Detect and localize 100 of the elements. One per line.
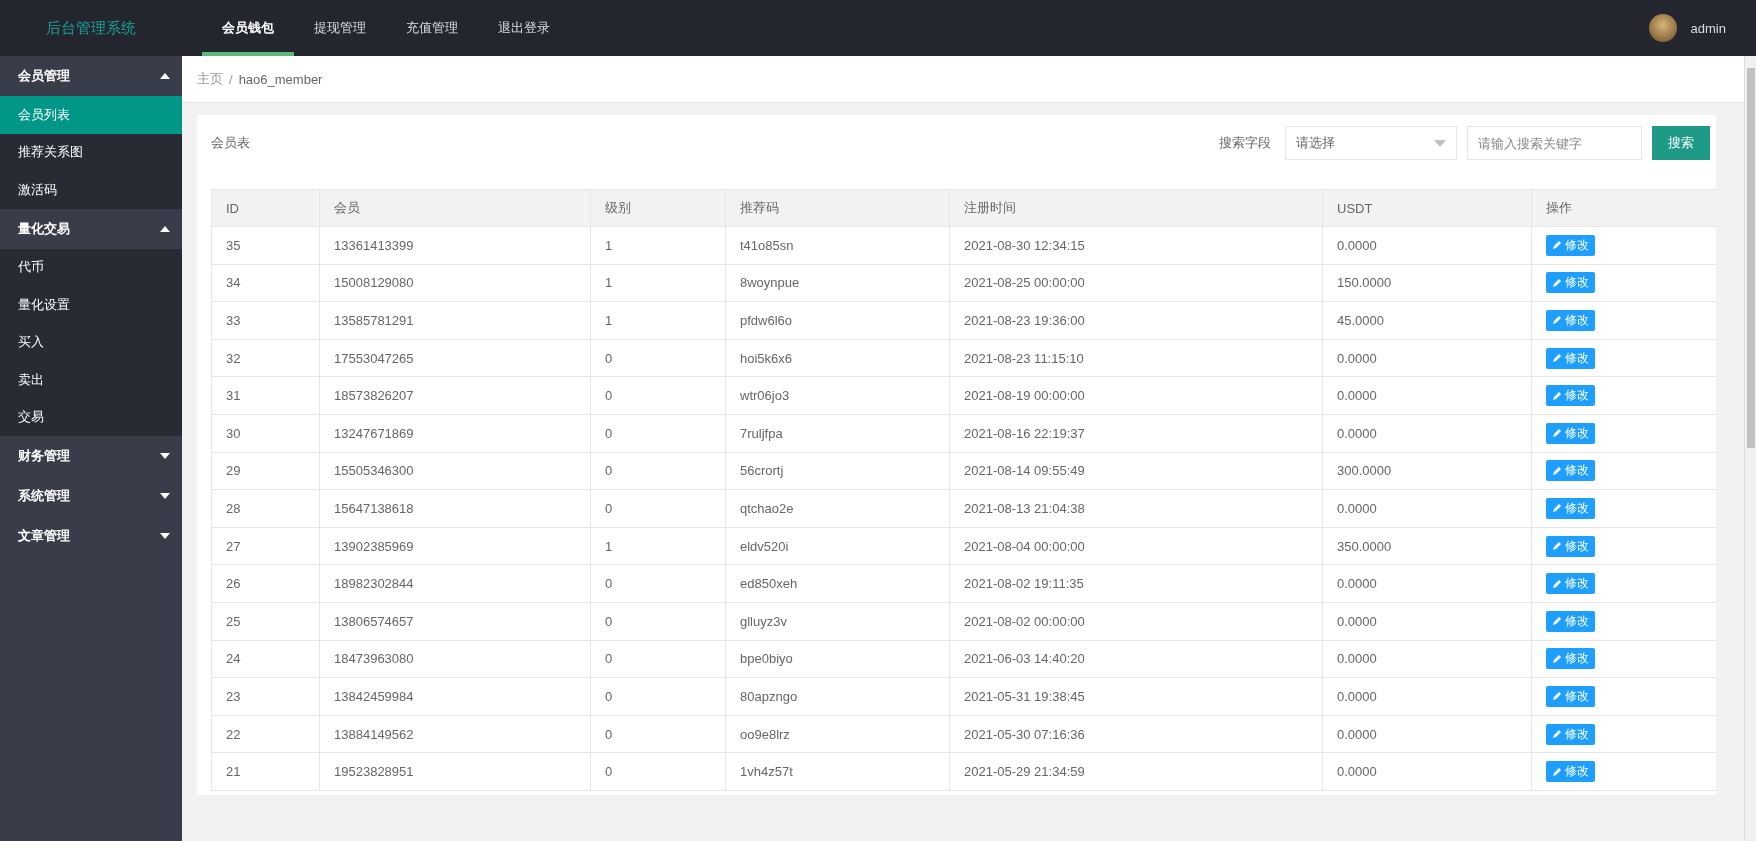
- pencil-icon: [1552, 616, 1562, 627]
- pencil-icon: [1552, 240, 1562, 251]
- user-avatar[interactable]: [1648, 14, 1677, 42]
- table-cell: 22: [211, 715, 320, 753]
- column-header: 推荐码: [725, 189, 950, 227]
- table-cell: 18473963080: [319, 640, 591, 678]
- table-cell: oo9e8lrz: [725, 715, 950, 753]
- table-cell: 8woynpue: [725, 264, 950, 302]
- keyword-input[interactable]: 请输入搜索关键字: [1467, 126, 1642, 160]
- search-button[interactable]: 搜索: [1652, 126, 1710, 160]
- pencil-icon: [1552, 465, 1562, 476]
- table-cell: 2021-08-16 22:19:37: [949, 414, 1323, 453]
- pencil-icon: [1552, 277, 1562, 288]
- table-cell: 0: [590, 715, 726, 753]
- table-cell: 2021-08-23 11:15:10: [949, 339, 1323, 377]
- table-cell: 13902385969: [319, 527, 591, 565]
- table-cell: qtchao2e: [725, 489, 950, 528]
- table-cell: 2021-05-31 19:38:45: [949, 677, 1323, 716]
- table-cell: 0.0000: [1322, 602, 1532, 641]
- table-cell: 2021-08-30 12:34:15: [949, 226, 1323, 265]
- pencil-icon: [1552, 653, 1562, 664]
- table-cell: 23: [211, 677, 320, 716]
- table-cell: 25: [211, 602, 320, 641]
- table-cell: 0.0000: [1322, 677, 1532, 716]
- table-cell: 18982302844: [319, 564, 591, 603]
- table-cell: 1vh4z57t: [725, 752, 950, 791]
- column-header: 级别: [590, 189, 726, 227]
- table-cell: 2021-08-14 09:55:49: [949, 452, 1323, 490]
- table-cell: 150.0000: [1322, 264, 1532, 302]
- table-cell: 15008129080: [319, 264, 591, 302]
- card-title: 会员表: [211, 134, 250, 152]
- pencil-icon: [1552, 766, 1562, 777]
- table-cell: eldv520i: [725, 527, 950, 565]
- table-cell: 13585781291: [319, 301, 591, 340]
- dropdown-caret-icon: [1434, 139, 1446, 147]
- table-cell: 0: [590, 489, 726, 528]
- table-cell: 45.0000: [1322, 301, 1532, 340]
- app-logo: 后台管理系统: [45, 18, 137, 38]
- table-cell: 0.0000: [1322, 414, 1532, 453]
- table-cell: 2021-08-19 00:00:00: [949, 376, 1323, 415]
- table-cell: 1: [590, 226, 726, 265]
- table-cell: pfdw6l6o: [725, 301, 950, 340]
- caret-down-icon: [160, 533, 170, 539]
- column-header: 注册时间: [949, 189, 1323, 227]
- field-select[interactable]: 请选择: [1285, 126, 1457, 160]
- sidebar-item[interactable]: 交易: [0, 398, 182, 436]
- sidebar-item[interactable]: 会员列表: [0, 96, 182, 134]
- table-cell: 2021-06-03 14:40:20: [949, 640, 1323, 678]
- sidebar-item[interactable]: 推荐关系图: [0, 133, 182, 171]
- pencil-icon: [1552, 315, 1562, 326]
- caret-down-icon: [160, 453, 170, 459]
- table-cell: 28: [211, 489, 320, 528]
- table-cell: 31: [211, 376, 320, 415]
- nav-tab[interactable]: 充值管理: [386, 0, 478, 56]
- table-cell: 0.0000: [1322, 564, 1532, 603]
- pencil-icon: [1552, 729, 1562, 739]
- table-cell: 0.0000: [1322, 715, 1532, 753]
- table-cell: 29: [211, 452, 320, 490]
- table-cell: 2021-08-02 19:11:35: [949, 564, 1323, 603]
- table-cell: 1: [590, 527, 726, 565]
- table-cell: ed850xeh: [725, 564, 950, 603]
- breadcrumb-current: hao6_member: [238, 71, 323, 87]
- table-cell: t41o85sn: [725, 226, 950, 265]
- table-cell: 27: [211, 527, 320, 565]
- column-header: USDT: [1322, 189, 1532, 227]
- table-cell: 2021-05-30 07:16:36: [949, 715, 1323, 753]
- nav-tab[interactable]: 退出登录: [478, 0, 570, 56]
- nav-tab[interactable]: 提现管理: [294, 0, 386, 56]
- column-header: ID: [211, 189, 320, 227]
- table-cell: 2021-08-13 21:04:38: [949, 489, 1323, 528]
- table-cell: 17553047265: [319, 339, 591, 377]
- table-cell: hoi5k6x6: [725, 339, 950, 377]
- table-cell: 13806574657: [319, 602, 591, 641]
- table-cell: 0.0000: [1322, 489, 1532, 528]
- table-cell: 15647138618: [319, 489, 591, 528]
- sidebar-item[interactable]: 激活码: [0, 171, 182, 209]
- scrollbar[interactable]: [1746, 68, 1755, 448]
- table-cell: 0.0000: [1322, 640, 1532, 678]
- table-cell: 21: [211, 752, 320, 791]
- pencil-icon: [1552, 428, 1562, 439]
- table-cell: 19523828951: [319, 752, 591, 791]
- table-cell: 13884149562: [319, 715, 591, 753]
- sidebar-item[interactable]: 代币: [0, 248, 182, 286]
- table-cell: glluyz3v: [725, 602, 950, 641]
- table-cell: 56crortj: [725, 452, 950, 490]
- table-cell: 0.0000: [1322, 376, 1532, 415]
- sidebar-item[interactable]: 买入: [0, 323, 182, 361]
- pencil-icon: [1552, 578, 1562, 589]
- user-name[interactable]: admin: [1690, 20, 1726, 36]
- column-header: 操作: [1531, 189, 1716, 227]
- table-cell: 1: [590, 264, 726, 302]
- table-cell: 0.0000: [1322, 339, 1532, 377]
- sidebar-item[interactable]: 量化设置: [0, 286, 182, 324]
- pencil-icon: [1552, 390, 1562, 401]
- sidebar-item[interactable]: 卖出: [0, 361, 182, 399]
- table-cell: bpe0biyo: [725, 640, 950, 678]
- pencil-icon: [1552, 503, 1562, 514]
- table-cell: 0.0000: [1322, 226, 1532, 265]
- table-cell: 0: [590, 376, 726, 415]
- table-cell: 7ruljfpa: [725, 414, 950, 453]
